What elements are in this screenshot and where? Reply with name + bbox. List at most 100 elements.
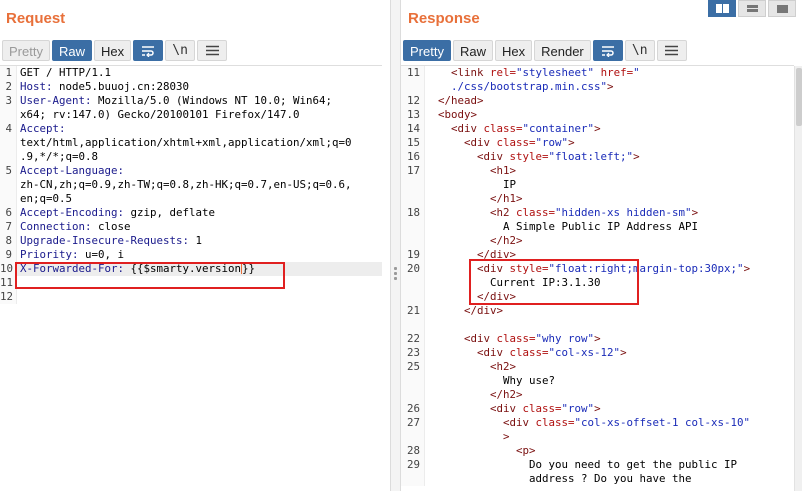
response-tab-raw[interactable]: Raw	[452, 40, 493, 61]
menu-icon[interactable]	[197, 40, 228, 61]
code-line[interactable]: address ? Do you have the	[401, 472, 794, 486]
code-text: en;q=0.5	[17, 192, 72, 206]
code-line[interactable]: 28 <p>	[401, 444, 794, 458]
code-line[interactable]: 25 <h2>	[401, 360, 794, 374]
code-token: class=	[483, 122, 523, 135]
code-line[interactable]: 13 <body>	[401, 108, 794, 122]
code-token: Accept-Language:	[20, 164, 125, 177]
code-token: rel=	[490, 66, 517, 79]
code-line[interactable]: 14 <div class="container">	[401, 122, 794, 136]
newline-icon[interactable]: \n	[624, 40, 655, 61]
request-editor[interactable]: 1 GET / HTTP/1.1 2 Host: node5.buuoj.cn:280…	[0, 65, 382, 491]
line-number: 14	[401, 122, 425, 136]
side-by-side-layout-button[interactable]	[708, 0, 736, 17]
code-text: </head>	[425, 94, 484, 108]
code-text: <div class="row">	[425, 402, 601, 416]
menu-icon[interactable]	[656, 40, 687, 61]
code-line[interactable]: en;q=0.5	[0, 192, 382, 206]
code-line[interactable]: 5 Accept-Language:	[0, 164, 382, 178]
code-line[interactable]: 12 </head>	[401, 94, 794, 108]
code-token: href=	[600, 66, 634, 79]
code-line[interactable]: 7 Connection: close	[0, 220, 382, 234]
line-number: 17	[401, 164, 425, 178]
code-line[interactable]: 29 Do you need to get the public IP	[401, 458, 794, 472]
code-line[interactable]: text/html,application/xhtml+xml,applicat…	[0, 136, 382, 150]
code-line[interactable]: 2 Host: node5.buuoj.cn:28030	[0, 80, 382, 94]
code-line[interactable]: </h2>	[401, 234, 794, 248]
code-line[interactable]: 1 GET / HTTP/1.1	[0, 66, 382, 80]
code-line[interactable]: </h2>	[401, 388, 794, 402]
code-line[interactable]: 21 </div>	[401, 304, 794, 318]
code-token: <div	[477, 346, 510, 359]
response-tab-render[interactable]: Render	[534, 40, 591, 61]
code-line[interactable]: 9 Priority: u=0, i	[0, 248, 382, 262]
stacked-layout-button[interactable]	[738, 0, 766, 17]
response-tab-hex[interactable]: Hex	[494, 40, 533, 61]
single-layout-button[interactable]	[768, 0, 796, 17]
code-line[interactable]: 12	[0, 290, 382, 304]
response-tab-pretty[interactable]: Pretty	[403, 40, 451, 61]
wrap-lines-icon[interactable]	[133, 40, 164, 61]
line-number: 12	[0, 290, 17, 304]
response-scrollbar[interactable]	[794, 66, 802, 491]
line-number	[401, 178, 425, 192]
wrap-lines-icon[interactable]	[592, 40, 623, 61]
code-line[interactable]: 10 X-Forwarded-For: {{$smarty.version}}	[0, 262, 382, 276]
code-line[interactable]: 20 <div style="float:right;margin-top:30…	[401, 262, 794, 276]
code-text: Accept-Encoding: gzip, deflate	[17, 206, 215, 220]
line-number: 10	[0, 262, 17, 276]
code-line[interactable]: 11 <link rel="stylesheet" href="	[401, 66, 794, 80]
code-line[interactable]: .9,*/*;q=0.8	[0, 150, 382, 164]
code-line[interactable]: zh-CN,zh;q=0.9,zh-TW;q=0.8,zh-HK;q=0.7,e…	[0, 178, 382, 192]
line-number: 5	[0, 164, 17, 178]
code-line[interactable]: 19 </div>	[401, 248, 794, 262]
line-number: 15	[401, 136, 425, 150]
request-tab-hex[interactable]: Hex	[93, 40, 132, 61]
code-line[interactable]: 18 <h2 class="hidden-xs hidden-sm">	[401, 206, 794, 220]
code-text: <div class="why row">	[425, 332, 601, 346]
newline-icon[interactable]: \n	[165, 40, 196, 61]
code-token: "stylesheet"	[516, 66, 601, 79]
code-line[interactable]: 3 User-Agent: Mozilla/5.0 (Windows NT 10.…	[0, 94, 382, 108]
code-line[interactable]: >	[401, 430, 794, 444]
line-number	[0, 192, 17, 206]
response-scrollbar-thumb[interactable]	[796, 68, 802, 126]
code-line[interactable]: IP	[401, 178, 794, 192]
code-line[interactable]: 15 <div class="row">	[401, 136, 794, 150]
line-number	[401, 80, 425, 94]
code-line[interactable]: 6 Accept-Encoding: gzip, deflate	[0, 206, 382, 220]
code-line[interactable]: ./css/bootstrap.min.css">	[401, 80, 794, 94]
code-text: IP	[425, 178, 516, 192]
code-line[interactable]: 27 <div class="col-xs-offset-1 col-xs-10…	[401, 416, 794, 430]
code-line[interactable]	[401, 318, 794, 332]
code-line[interactable]: 4 Accept:	[0, 122, 382, 136]
code-text: Why use?	[425, 374, 555, 388]
request-tab-raw[interactable]: Raw	[51, 40, 92, 61]
code-line[interactable]: 11	[0, 276, 382, 290]
code-line[interactable]: 23 <div class="col-xs-12">	[401, 346, 794, 360]
code-line[interactable]: A Simple Public IP Address API	[401, 220, 794, 234]
code-line[interactable]: 8 Upgrade-Insecure-Requests: 1	[0, 234, 382, 248]
code-line[interactable]: 22 <div class="why row">	[401, 332, 794, 346]
code-line[interactable]: </h1>	[401, 192, 794, 206]
code-line[interactable]: 16 <div style="float:left;">	[401, 150, 794, 164]
code-line[interactable]: 17 <h1>	[401, 164, 794, 178]
line-number: 11	[0, 276, 17, 290]
code-line[interactable]: </div>	[401, 290, 794, 304]
line-number	[0, 150, 17, 164]
line-number: 6	[0, 206, 17, 220]
code-line[interactable]: Current IP:3.1.30	[401, 276, 794, 290]
pane-splitter[interactable]	[390, 0, 401, 491]
code-token: class=	[535, 416, 575, 429]
code-line[interactable]: Why use?	[401, 374, 794, 388]
code-token: class=	[496, 332, 536, 345]
request-pane: Request Pretty Raw Hex \n 1 GET / HTTP/1.…	[0, 0, 390, 491]
response-editor[interactable]: 11 <link rel="stylesheet" href=" ./css/b…	[401, 65, 794, 491]
code-line[interactable]: x64; rv:147.0) Gecko/20100101 Firefox/14…	[0, 108, 382, 122]
request-tab-pretty[interactable]: Pretty	[2, 40, 50, 61]
code-token: <body>	[438, 108, 478, 121]
code-line[interactable]: 26 <div class="row">	[401, 402, 794, 416]
